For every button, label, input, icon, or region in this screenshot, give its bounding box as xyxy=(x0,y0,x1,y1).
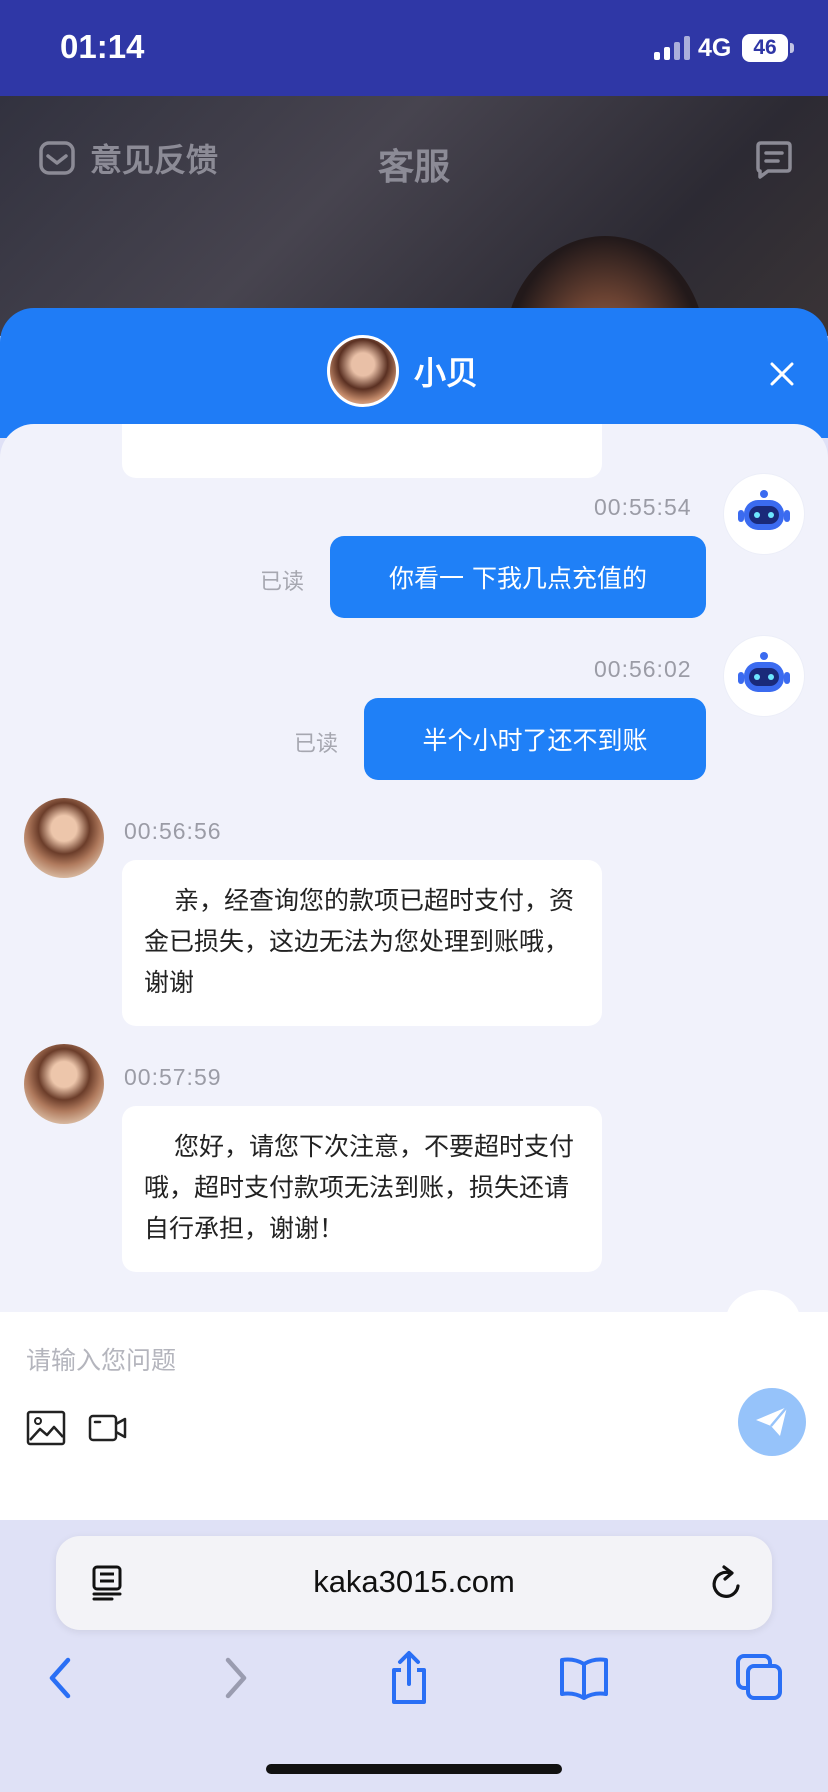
agent-avatar xyxy=(24,1044,104,1124)
message-icon[interactable] xyxy=(754,140,794,180)
back-icon[interactable] xyxy=(42,1650,78,1706)
forward-icon[interactable] xyxy=(218,1650,254,1706)
close-icon[interactable] xyxy=(768,360,796,388)
bookmarks-icon[interactable] xyxy=(558,1650,610,1706)
home-indicator xyxy=(266,1764,562,1774)
send-button[interactable] xyxy=(738,1388,806,1456)
agent-name: 小贝 xyxy=(414,354,479,392)
chat-messages[interactable]: 00:55:54 已读 你看一 下我几点充值的 00:56:02 已读 半个小时… xyxy=(0,424,828,1312)
message-composer xyxy=(0,1312,828,1520)
message-bubble-partial xyxy=(122,424,602,478)
url-text: kaka3015.com xyxy=(313,1564,515,1599)
read-status: 已读 xyxy=(260,570,305,595)
read-status: 已读 xyxy=(294,732,339,757)
page-title: 客服 xyxy=(377,147,450,188)
outgoing-message: 你看一 下我几点充值的 xyxy=(330,536,706,618)
battery-icon: 46 xyxy=(742,34,794,62)
incoming-message: 亲，经查询您的款项已超时支付，资金已损失，这边无法为您处理到账哦，谢谢 xyxy=(122,860,602,1026)
robot-avatar-partial xyxy=(726,1290,800,1312)
robot-avatar-icon xyxy=(724,636,804,716)
image-icon[interactable] xyxy=(26,1410,66,1446)
message-time: 00:57:59 xyxy=(124,1064,222,1090)
message-time: 00:56:02 xyxy=(594,656,692,682)
message-time: 00:55:54 xyxy=(594,494,692,520)
signal-icon xyxy=(654,36,690,60)
video-icon[interactable] xyxy=(88,1412,128,1444)
tabs-icon[interactable] xyxy=(734,1650,784,1706)
incoming-message: 您好，请您下次注意，不要超时支付哦，超时支付款项无法到账，损失还请自行承担，谢谢… xyxy=(122,1106,602,1272)
outgoing-message: 半个小时了还不到账 xyxy=(364,698,706,780)
share-icon[interactable] xyxy=(386,1650,432,1706)
status-bar: 01:14 4G 46 xyxy=(0,0,828,96)
network-label: 4G xyxy=(698,34,732,62)
robot-avatar-icon xyxy=(724,474,804,554)
chat-header: 小贝 xyxy=(0,308,828,438)
paper-plane-icon xyxy=(756,1406,788,1436)
reload-icon[interactable] xyxy=(708,1564,744,1602)
address-bar[interactable]: kaka3015.com xyxy=(56,1536,772,1630)
message-input[interactable] xyxy=(24,1340,624,1380)
status-time: 01:14 xyxy=(60,28,145,65)
page-background: 意见反馈 客服 xyxy=(0,96,828,336)
agent-avatar xyxy=(24,798,104,878)
agent-avatar xyxy=(327,335,399,407)
message-time: 00:56:56 xyxy=(124,818,222,844)
